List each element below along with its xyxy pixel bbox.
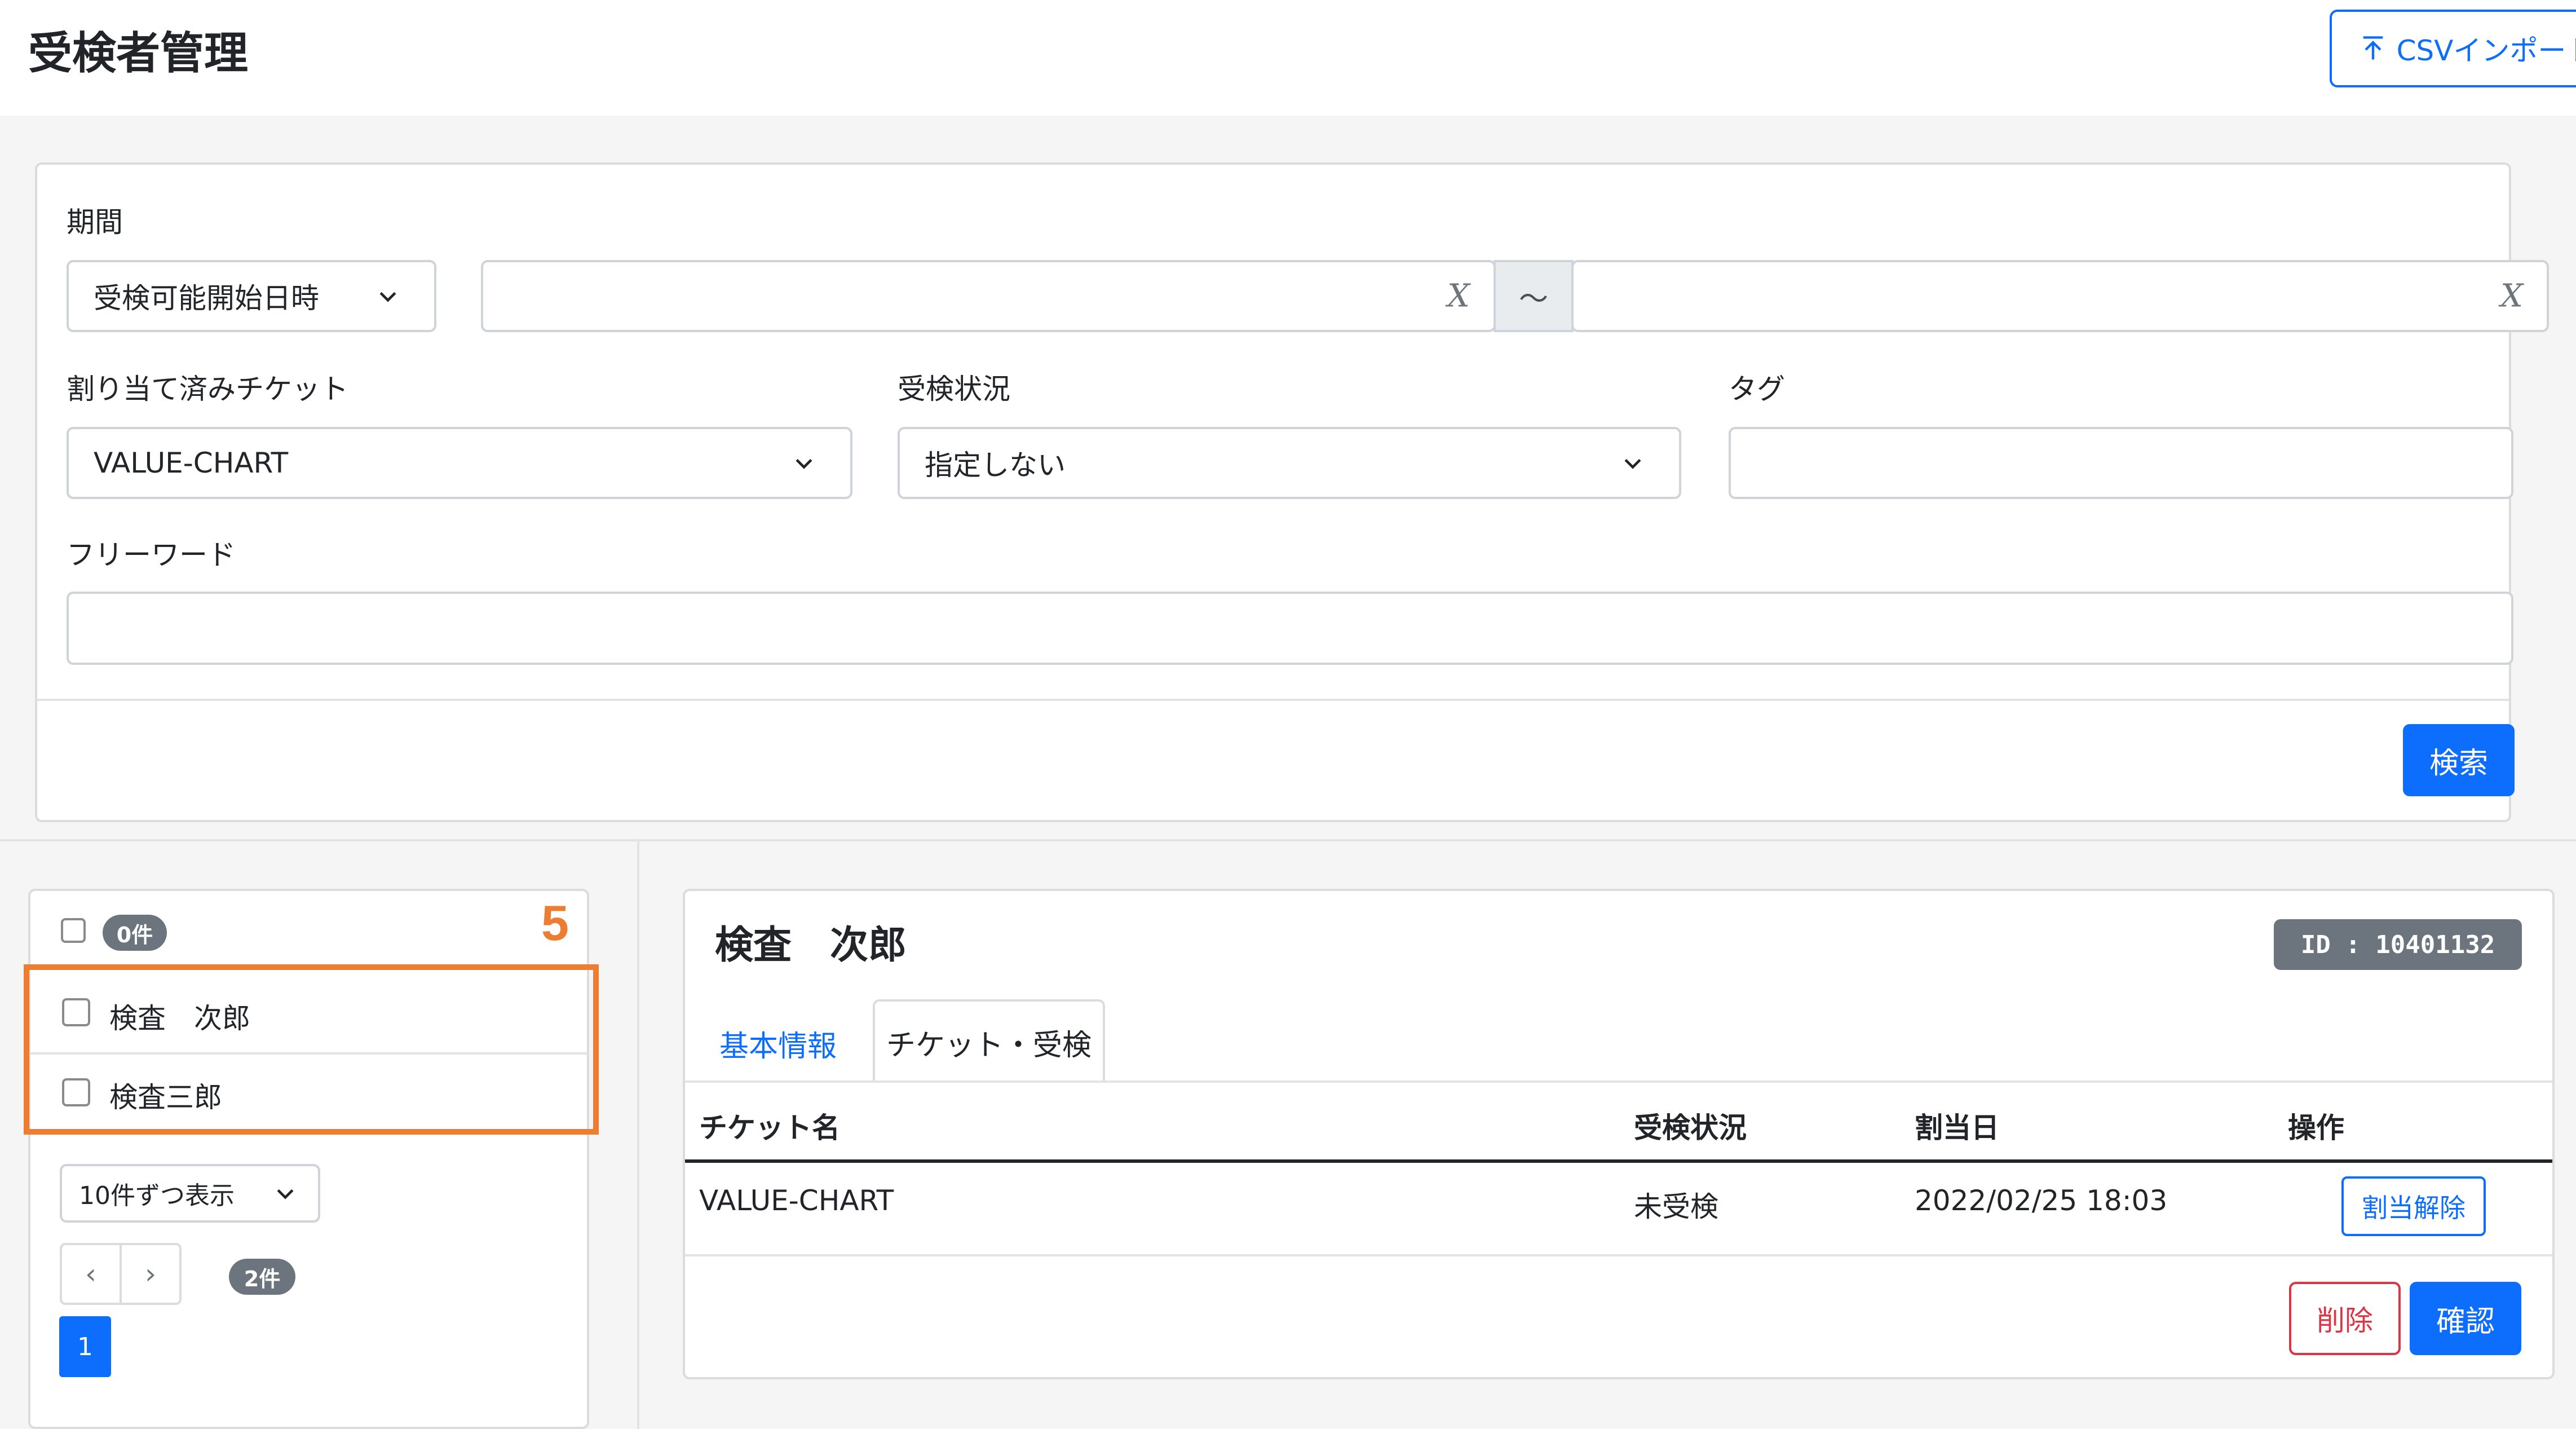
csv-import-label: CSVインポート <box>2396 34 2576 67</box>
tab-basic-info[interactable]: 基本情報 <box>699 1004 857 1083</box>
chevron-down-icon <box>796 458 812 469</box>
range-separator: ～ <box>1494 260 1574 332</box>
search-filter-card: 期間 受検可能開始日時 X ～ X 割り当て済みチケット VALUE-CHART… <box>35 162 2549 822</box>
column-header-ticket: チケット名 <box>699 1112 840 1144</box>
unassign-button[interactable]: 割当解除 <box>2341 1176 2486 1236</box>
prev-page-button[interactable]: ‹ <box>60 1243 122 1305</box>
chevron-down-icon <box>1624 458 1641 469</box>
chevron-down-icon <box>277 1189 294 1199</box>
freeword-label: フリーワード <box>67 539 236 571</box>
total-count-badge: 2件 <box>229 1259 295 1295</box>
period-type-select[interactable]: 受検可能開始日時 <box>67 260 436 332</box>
column-header-action: 操作 <box>2288 1112 2344 1144</box>
page-title: 受検者管理 <box>28 28 249 79</box>
table-row-divider <box>685 1254 2552 1256</box>
status-value: 指定しない <box>925 449 1066 482</box>
clear-date-from-icon[interactable]: X <box>1447 278 1470 315</box>
cell-assigned-date: 2022/02/25 18:03 <box>1915 1184 2168 1217</box>
section-divider <box>0 839 2576 841</box>
page-size-value: 10件ずつ表示 <box>79 1181 235 1210</box>
chevron-down-icon <box>379 292 396 302</box>
period-type-value: 受検可能開始日時 <box>94 282 319 315</box>
column-header-status: 受検状況 <box>1634 1112 1747 1144</box>
search-button[interactable]: 検索 <box>2403 724 2515 796</box>
freeword-input[interactable] <box>67 592 2513 665</box>
selected-count-badge: 0件 <box>103 915 167 951</box>
next-page-button[interactable]: › <box>120 1243 182 1305</box>
page-size-select[interactable]: 10件ずつ表示 <box>60 1164 320 1223</box>
table-header-underline <box>685 1159 2552 1163</box>
annotation-step-number: 5 <box>541 895 569 951</box>
page-1-button[interactable]: 1 <box>59 1316 111 1377</box>
cell-exam-status: 未受検 <box>1634 1190 1718 1223</box>
ticket-label: 割り当て済みチケット <box>67 373 348 405</box>
ticket-value: VALUE-CHART <box>94 447 289 479</box>
tag-label: タグ <box>1729 373 1785 405</box>
confirm-button[interactable]: 確認 <box>2410 1282 2521 1355</box>
tab-ticket-exam[interactable]: チケット・受検 <box>873 999 1105 1083</box>
delete-button[interactable]: 削除 <box>2289 1282 2401 1355</box>
status-select[interactable]: 指定しない <box>898 427 1681 499</box>
tab-bar-line <box>685 1080 2552 1083</box>
select-all-checkbox[interactable] <box>61 918 86 943</box>
status-label: 受検状況 <box>898 373 1010 405</box>
column-header-assigned-date: 割当日 <box>1915 1112 1999 1144</box>
date-from-input[interactable]: X <box>481 260 1496 332</box>
date-to-input[interactable]: X <box>1571 260 2549 332</box>
annotation-highlight-box <box>24 964 599 1135</box>
upload-icon <box>2358 34 2388 63</box>
page-header: 受検者管理 CSVインポート <box>0 0 2576 116</box>
card-footer-divider <box>37 699 2509 701</box>
cell-ticket-name: VALUE-CHART <box>699 1184 894 1217</box>
detail-candidate-name: 検査 次郎 <box>715 923 907 968</box>
ticket-select[interactable]: VALUE-CHART <box>67 427 852 499</box>
tag-input[interactable] <box>1729 427 2513 499</box>
column-divider <box>637 841 639 1429</box>
clear-date-to-icon[interactable]: X <box>2500 278 2523 315</box>
csv-import-button[interactable]: CSVインポート <box>2330 10 2576 87</box>
period-label: 期間 <box>67 206 123 239</box>
id-badge: ID : 10401132 <box>2274 919 2522 970</box>
